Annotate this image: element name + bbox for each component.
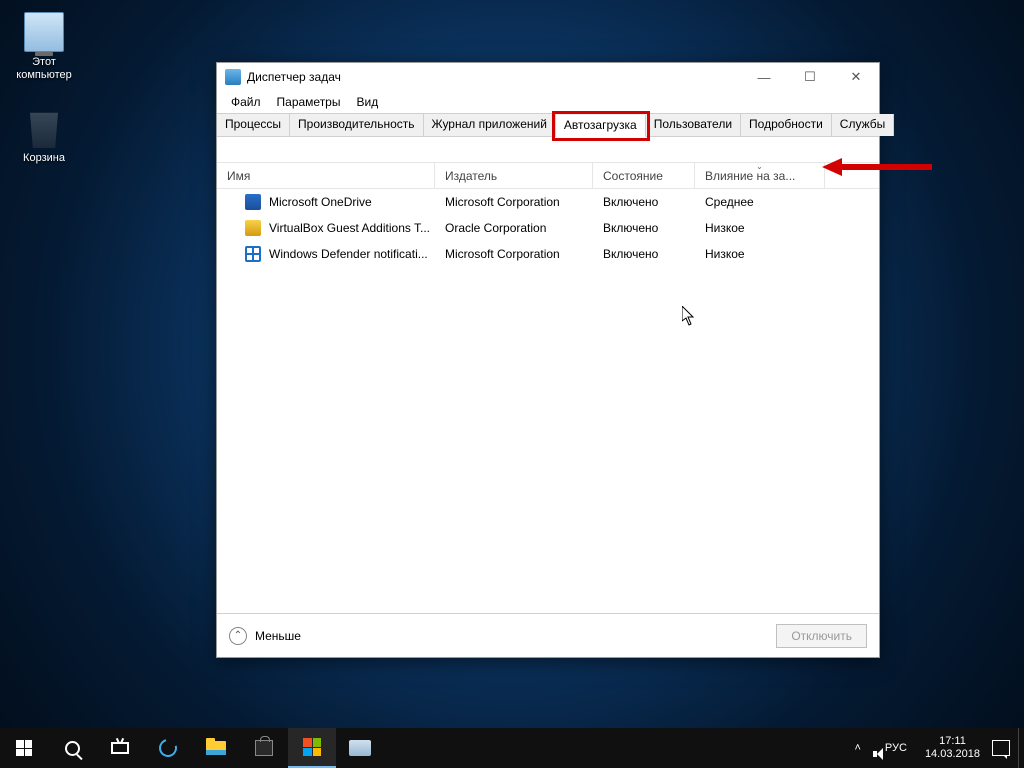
- row-publisher: Oracle Corporation: [435, 215, 593, 241]
- pc-icon: [24, 12, 64, 52]
- chevron-up-icon[interactable]: ⌃: [229, 627, 247, 645]
- row-impact: Низкое: [695, 241, 825, 267]
- row-state: Включено: [593, 241, 695, 267]
- row-name: VirtualBox Guest Additions T...: [269, 221, 430, 235]
- tab-performance[interactable]: Производительность: [290, 114, 423, 136]
- menubar: Файл Параметры Вид: [217, 91, 879, 113]
- row-name: Windows Defender notificati...: [269, 247, 428, 261]
- paint-icon: [349, 740, 371, 756]
- minimize-button[interactable]: ―: [741, 63, 787, 91]
- action-center-button[interactable]: [988, 740, 1018, 756]
- folder-icon: [206, 741, 226, 755]
- col-impact[interactable]: ⌄ Влияние на за...: [695, 163, 825, 188]
- tab-users[interactable]: Пользователи: [646, 114, 741, 136]
- trash-icon: [24, 108, 64, 148]
- row-impact: Низкое: [695, 215, 825, 241]
- close-button[interactable]: ✕: [833, 63, 879, 91]
- store-icon: [255, 740, 273, 756]
- search-icon: [65, 741, 80, 756]
- search-button[interactable]: [48, 728, 96, 768]
- disable-button[interactable]: Отключить: [776, 624, 867, 648]
- virtualbox-icon: [245, 220, 261, 236]
- row-impact: Среднее: [695, 189, 825, 215]
- row-publisher: Microsoft Corporation: [435, 241, 593, 267]
- defender-icon: [245, 246, 261, 262]
- task-view-icon: [111, 742, 129, 754]
- startup-row[interactable]: VirtualBox Guest Additions T... Oracle C…: [217, 215, 879, 241]
- row-state: Включено: [593, 189, 695, 215]
- row-name: Microsoft OneDrive: [269, 195, 372, 209]
- clock-date: 14.03.2018: [925, 748, 980, 761]
- clock-time: 17:11: [925, 735, 980, 748]
- task-manager-window: Диспетчер задач ― ☐ ✕ Файл Параметры Вид…: [216, 62, 880, 658]
- tab-services[interactable]: Службы: [832, 114, 894, 136]
- maximize-button[interactable]: ☐: [787, 63, 833, 91]
- col-spacer: [825, 163, 879, 188]
- taskbar-explorer[interactable]: [192, 728, 240, 768]
- tabstrip: Процессы Производительность Журнал прило…: [217, 113, 879, 137]
- col-name[interactable]: Имя: [217, 163, 435, 188]
- col-status[interactable]: Состояние: [593, 163, 695, 188]
- language-indicator[interactable]: РУС: [885, 742, 907, 754]
- window-title: Диспетчер задач: [247, 70, 341, 84]
- menu-file[interactable]: Файл: [223, 93, 269, 111]
- show-desktop-button[interactable]: [1018, 728, 1024, 768]
- tab-processes[interactable]: Процессы: [217, 114, 290, 136]
- tray-overflow-icon[interactable]: ˄: [854, 742, 860, 754]
- taskbar-paint[interactable]: [336, 728, 384, 768]
- startup-row[interactable]: Windows Defender notificati... Microsoft…: [217, 241, 879, 267]
- col-publisher[interactable]: Издатель: [435, 163, 593, 188]
- taskbar: ˄ РУС 17:11 14.03.2018: [0, 728, 1024, 768]
- taskbar-edge[interactable]: [144, 728, 192, 768]
- titlebar[interactable]: Диспетчер задач ― ☐ ✕: [217, 63, 879, 91]
- summary-row: [217, 137, 879, 163]
- tab-details[interactable]: Подробности: [741, 114, 832, 136]
- tab-startup[interactable]: Автозагрузка: [556, 115, 646, 137]
- task-manager-icon: [225, 69, 241, 85]
- desktop-icon-label: Корзина: [6, 152, 82, 165]
- sort-indicator-icon: ⌄: [756, 163, 763, 171]
- task-manager-taskbar-icon: [303, 738, 321, 756]
- row-publisher: Microsoft Corporation: [435, 189, 593, 215]
- desktop-icon-this-pc[interactable]: Этоткомпьютер: [6, 12, 82, 82]
- tab-app-history[interactable]: Журнал приложений: [424, 114, 556, 136]
- onedrive-icon: [245, 194, 261, 210]
- windows-logo-icon: [16, 740, 32, 756]
- edge-icon: [156, 736, 181, 761]
- column-headers: Имя Издатель Состояние ⌄ Влияние на за..…: [217, 163, 879, 189]
- menu-options[interactable]: Параметры: [269, 93, 349, 111]
- menu-view[interactable]: Вид: [348, 93, 386, 111]
- startup-list: Microsoft OneDrive Microsoft Corporation…: [217, 189, 879, 613]
- taskbar-store[interactable]: [240, 728, 288, 768]
- taskbar-task-manager[interactable]: [288, 728, 336, 768]
- taskbar-clock[interactable]: 17:11 14.03.2018: [917, 735, 988, 761]
- startup-row[interactable]: Microsoft OneDrive Microsoft Corporation…: [217, 189, 879, 215]
- row-state: Включено: [593, 215, 695, 241]
- fewer-details-link[interactable]: Меньше: [255, 629, 301, 643]
- desktop-icon-label: Этоткомпьютер: [6, 56, 82, 82]
- start-button[interactable]: [0, 728, 48, 768]
- window-footer: ⌃ Меньше Отключить: [217, 613, 879, 657]
- task-view-button[interactable]: [96, 728, 144, 768]
- notifications-icon: [992, 740, 1010, 756]
- col-impact-label: Влияние на за...: [705, 169, 795, 183]
- system-tray: ˄ РУС: [844, 742, 916, 754]
- desktop-icon-recycle-bin[interactable]: Корзина: [6, 108, 82, 165]
